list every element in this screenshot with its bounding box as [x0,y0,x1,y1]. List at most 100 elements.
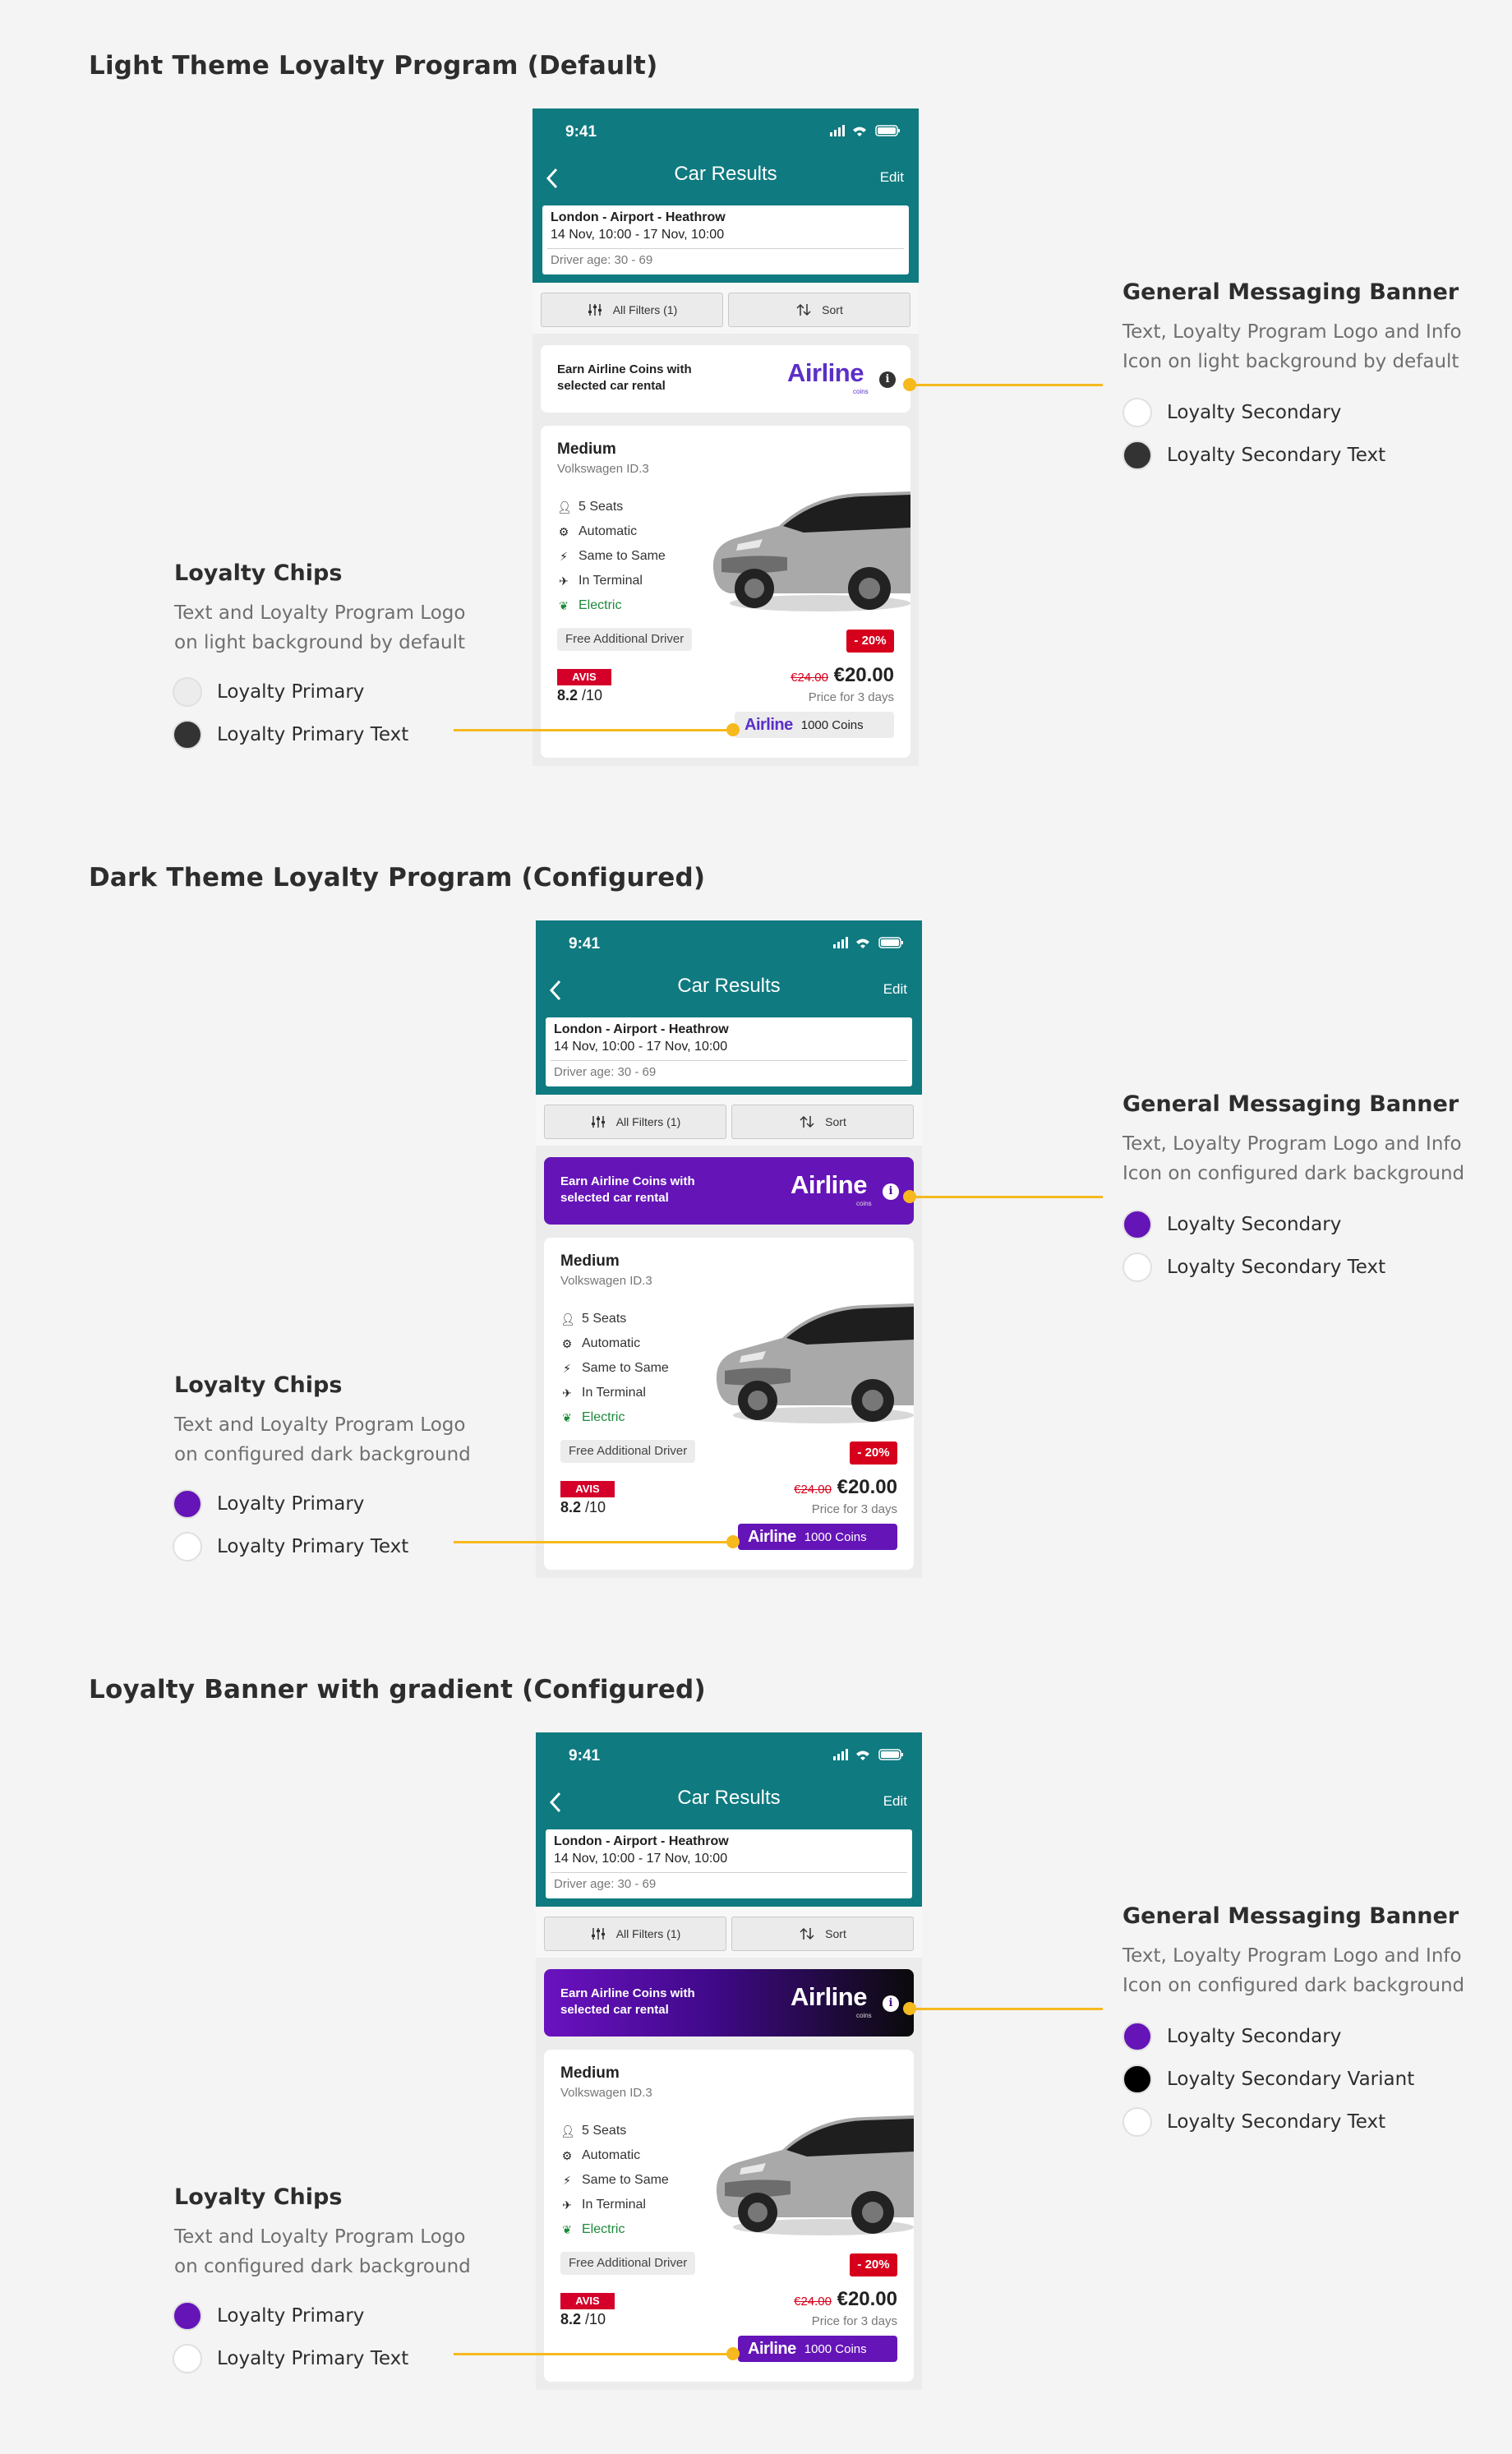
chip-connector-dot [726,1535,740,1548]
color-swatch [1122,398,1152,427]
rating-max: /10 [581,2311,606,2327]
search-route: London - Airport - Heathrow [554,1834,729,1848]
feature-label: Automatic [582,2148,641,2162]
all-filters-button[interactable]: All Filters (1) [544,1105,726,1139]
chips-annotation-desc: Text and Loyalty Program Logo on configur… [174,1410,471,1469]
feature-label: 5 Seats [582,1312,627,1326]
banner-annotation-desc: Text, Loyalty Program Logo and Info Icon … [1122,1941,1464,2000]
color-swatch [173,720,202,750]
car-image [716,1303,914,1423]
rating: 8.2 /10 [560,1499,606,1516]
person-icon: 👤︎ [557,500,572,514]
color-swatch [1122,1252,1152,1282]
feature-transmission: ⚙︎ Automatic [557,524,637,539]
info-icon[interactable]: i [883,1183,899,1200]
status-time: 9:41 [565,123,597,141]
leaf-icon: ❦︎ [562,2222,572,2236]
status-icons [830,125,900,136]
feature-label: In Terminal [582,1386,646,1400]
all-filters-label: All Filters (1) [615,1927,681,1940]
banner-annotation-desc: Text, Loyalty Program Logo and Info Icon … [1122,1129,1464,1188]
swatch-row: Loyalty Secondary [1122,398,1341,427]
color-swatch [173,2301,202,2331]
sort-arrows-icon [800,1115,814,1128]
old-price: €24.00 [794,1483,832,1497]
banner-text: Earn Airline Coins with selected car ren… [560,1986,695,2017]
feature-label: Electric [579,598,622,612]
banner-text: Earn Airline Coins with selected car ren… [557,362,692,393]
car-result-card[interactable]: Medium Volkswagen ID.3 👤︎ 5 Seats ⚙︎ Autom… [544,2050,914,2382]
all-filters-button[interactable]: All Filters (1) [541,293,723,327]
car-model: Volkswagen ID.3 [560,1274,652,1288]
search-dates: 14 Nov, 10:00 - 17 Nov, 10:00 [551,228,725,242]
color-swatch [173,2344,202,2373]
car-result-card[interactable]: Medium Volkswagen ID.3 👤︎ 5 Seats ⚙︎ Autom… [544,1238,914,1570]
desc-line: Icon on light background by default [1122,351,1459,372]
car-image [716,2115,914,2235]
swatch-row: Loyalty Secondary Text [1122,2107,1385,2137]
loyalty-messaging-banner[interactable]: Earn Airline Coins with selected car ren… [544,1969,914,2037]
search-summary[interactable]: London - Airport - Heathrow 14 Nov, 10:0… [546,1829,912,1898]
search-summary[interactable]: London - Airport - Heathrow 14 Nov, 10:0… [546,1017,912,1086]
supplier-logo: AVIS [560,1481,615,1497]
sort-button[interactable]: Sort [731,1917,914,1951]
leaf-icon: ❦︎ [562,1410,572,1424]
desc-line: on light background by default [174,632,466,653]
feature-seats: 👤︎ 5 Seats [557,500,623,514]
sort-button[interactable]: Sort [731,1105,914,1139]
edit-button[interactable]: Edit [883,981,907,998]
desc-line: on configured dark background [174,1444,471,1465]
car-result-card[interactable]: Medium Volkswagen ID.3 👤︎ 5 Seats ⚙︎ Autom… [541,426,910,758]
swatch-label: Loyalty Secondary Text [1167,445,1386,466]
app-header: 9:41 Car Results Edit London - Airport -… [532,108,919,283]
info-icon[interactable]: i [879,371,896,388]
person-icon: 👤︎ [560,2124,575,2138]
swatch-row: Loyalty Secondary Variant [1122,2064,1414,2094]
swatch-label: Loyalty Secondary [1167,402,1342,423]
plane-icon: ✈︎ [562,1386,572,1400]
info-icon[interactable]: i [883,1995,899,2012]
banner-connector-line [909,1196,1103,1198]
divider [551,1060,907,1061]
swatch-label: Loyalty Primary [217,2305,365,2327]
search-summary[interactable]: London - Airport - Heathrow 14 Nov, 10:0… [542,205,909,274]
sort-label: Sort [822,303,843,316]
chip-connector-line [454,2353,733,2355]
swatch-row: Loyalty Secondary Text [1122,1252,1385,1282]
gearbox-icon: ⚙︎ [558,524,569,538]
feature-label: Electric [582,1410,625,1424]
rating-max: /10 [578,687,603,703]
loyalty-messaging-banner[interactable]: Earn Airline Coins with selected car ren… [541,345,910,413]
feature-electric: ❦︎ Electric [560,1410,625,1425]
car-class: Medium [557,441,616,458]
edit-button[interactable]: Edit [880,169,904,186]
edit-button[interactable]: Edit [883,1793,907,1810]
leaf-icon: ❦︎ [559,598,569,612]
sort-label: Sort [825,1927,846,1940]
car-class: Medium [560,1252,620,1270]
section-title: Dark Theme Loyalty Program (Configured) [89,863,706,893]
all-filters-button[interactable]: All Filters (1) [544,1917,726,1951]
swatch-row: Loyalty Secondary [1122,1210,1341,1239]
swatch-label: Loyalty Secondary [1167,1214,1342,1235]
app-header: 9:41 Car Results Edit London - Airport -… [536,920,922,1095]
feature-seats: 👤︎ 5 Seats [560,2124,626,2138]
feature-label: Same to Same [579,549,666,563]
section-1: Light Theme Loyalty Program (Default) 9:… [0,0,1512,814]
discount-badge: - 20% [846,630,894,653]
feature-label: Automatic [582,1336,641,1350]
new-price: €20.00 [837,1476,897,1498]
sort-button[interactable]: Sort [728,293,910,327]
airline-logo: Airline [748,1527,796,1546]
filter-sliders-icon [591,1116,605,1128]
loyalty-chip: Airline 1000 Coins [735,712,894,738]
airline-logo: Airline [787,358,864,387]
supplier-logo: AVIS [560,2293,615,2309]
loyalty-messaging-banner[interactable]: Earn Airline Coins with selected car ren… [544,1157,914,1225]
swatch-label: Loyalty Secondary [1167,2026,1342,2047]
section-2: Dark Theme Loyalty Program (Configured) … [0,812,1512,1626]
banner-connector-line [909,384,1103,386]
banner-annotation-desc: Text, Loyalty Program Logo and Info Icon … [1122,317,1462,376]
rating: 8.2 /10 [560,2311,606,2328]
feature-electric: ❦︎ Electric [557,598,621,613]
